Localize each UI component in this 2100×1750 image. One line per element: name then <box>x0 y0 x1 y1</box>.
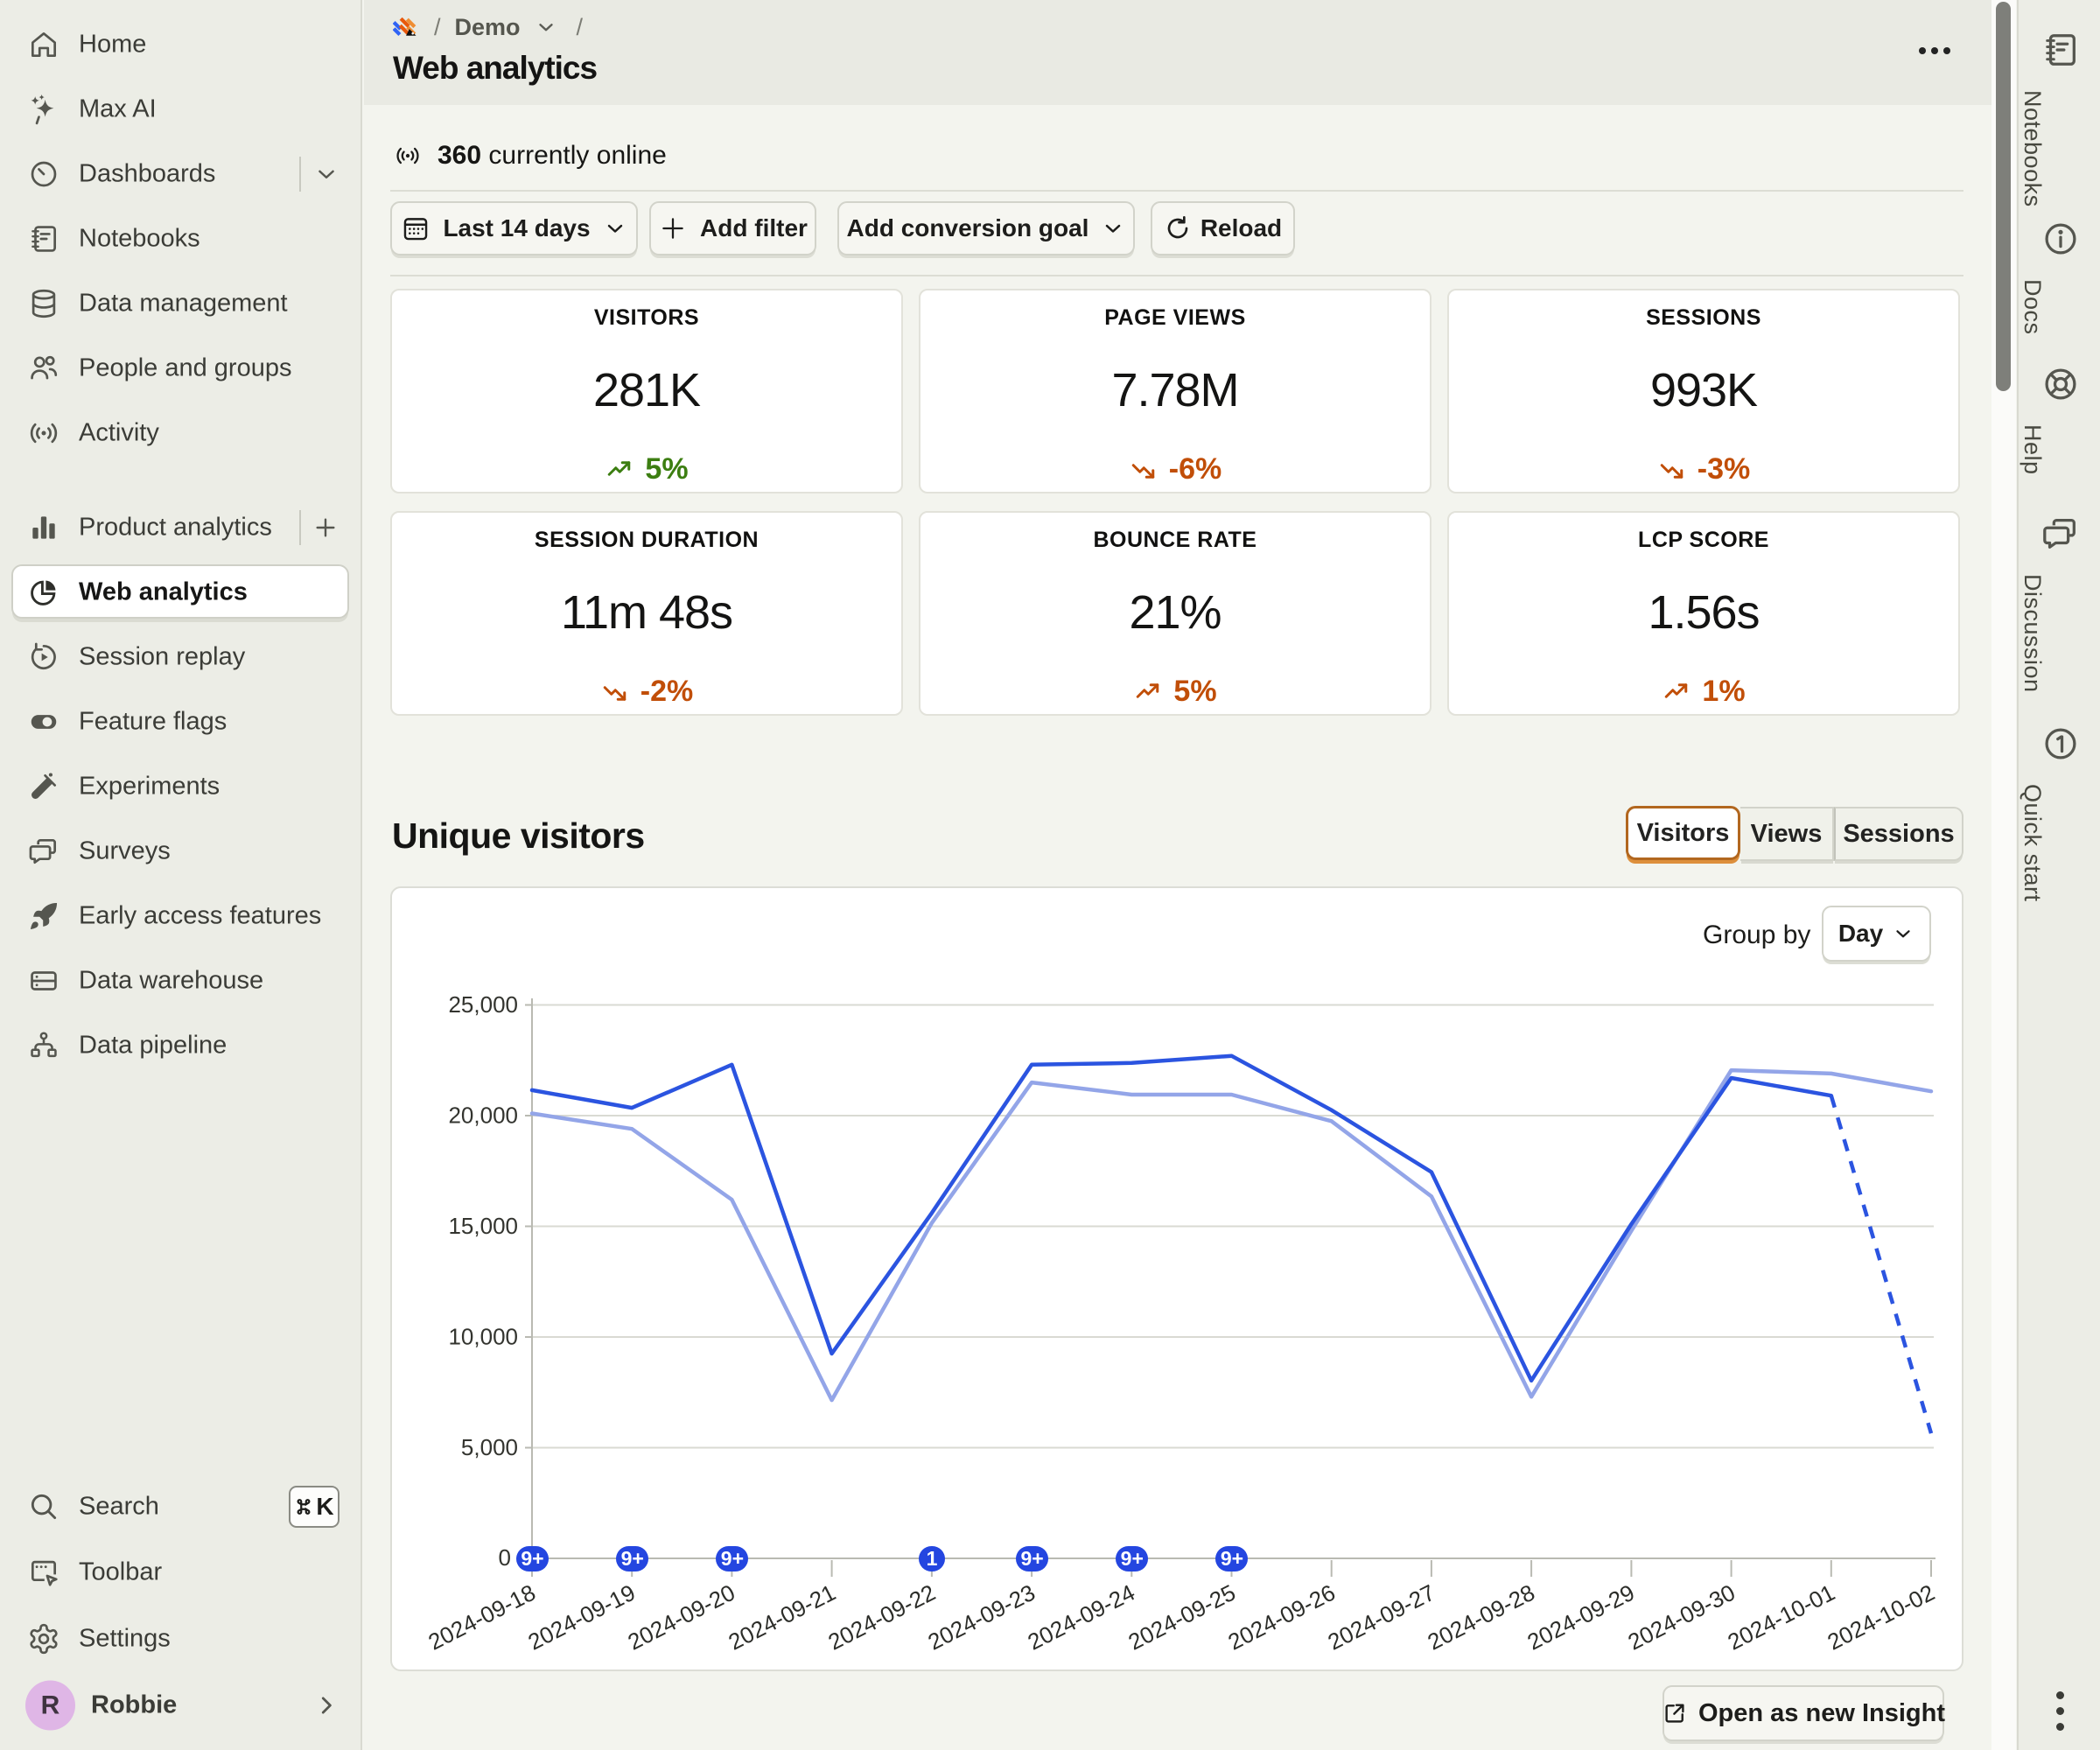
svg-text:2024-09-18: 2024-09-18 <box>424 1579 540 1656</box>
svg-text:2024-09-27: 2024-09-27 <box>1324 1579 1439 1656</box>
svg-text:2024-10-02: 2024-10-02 <box>1824 1579 1939 1656</box>
svg-text:2024-09-19: 2024-09-19 <box>524 1579 640 1656</box>
svg-text:9+: 9+ <box>1121 1547 1144 1570</box>
svg-text:15,000: 15,000 <box>448 1213 518 1239</box>
svg-text:25,000: 25,000 <box>448 991 518 1018</box>
svg-text:9+: 9+ <box>721 1547 744 1570</box>
svg-text:10,000: 10,000 <box>448 1324 518 1350</box>
svg-text:2024-09-22: 2024-09-22 <box>824 1579 940 1656</box>
svg-text:0: 0 <box>499 1544 511 1571</box>
svg-text:20,000: 20,000 <box>448 1102 518 1129</box>
svg-text:9+: 9+ <box>621 1547 644 1570</box>
svg-text:5,000: 5,000 <box>461 1434 518 1460</box>
svg-text:2024-10-01: 2024-10-01 <box>1724 1579 1839 1656</box>
svg-text:9+: 9+ <box>521 1547 543 1570</box>
svg-text:9+: 9+ <box>1221 1547 1243 1570</box>
svg-text:2024-09-24: 2024-09-24 <box>1024 1579 1139 1656</box>
svg-text:9+: 9+ <box>1020 1547 1043 1570</box>
svg-text:1: 1 <box>927 1547 938 1570</box>
svg-text:2024-09-23: 2024-09-23 <box>924 1579 1040 1656</box>
svg-text:2024-09-21: 2024-09-21 <box>724 1579 840 1656</box>
svg-text:2024-09-20: 2024-09-20 <box>624 1579 739 1656</box>
svg-text:2024-09-29: 2024-09-29 <box>1523 1579 1639 1656</box>
svg-text:2024-09-28: 2024-09-28 <box>1424 1579 1539 1656</box>
svg-text:2024-09-30: 2024-09-30 <box>1624 1579 1740 1656</box>
svg-text:2024-09-25: 2024-09-25 <box>1124 1579 1240 1656</box>
svg-text:2024-09-26: 2024-09-26 <box>1224 1579 1340 1656</box>
